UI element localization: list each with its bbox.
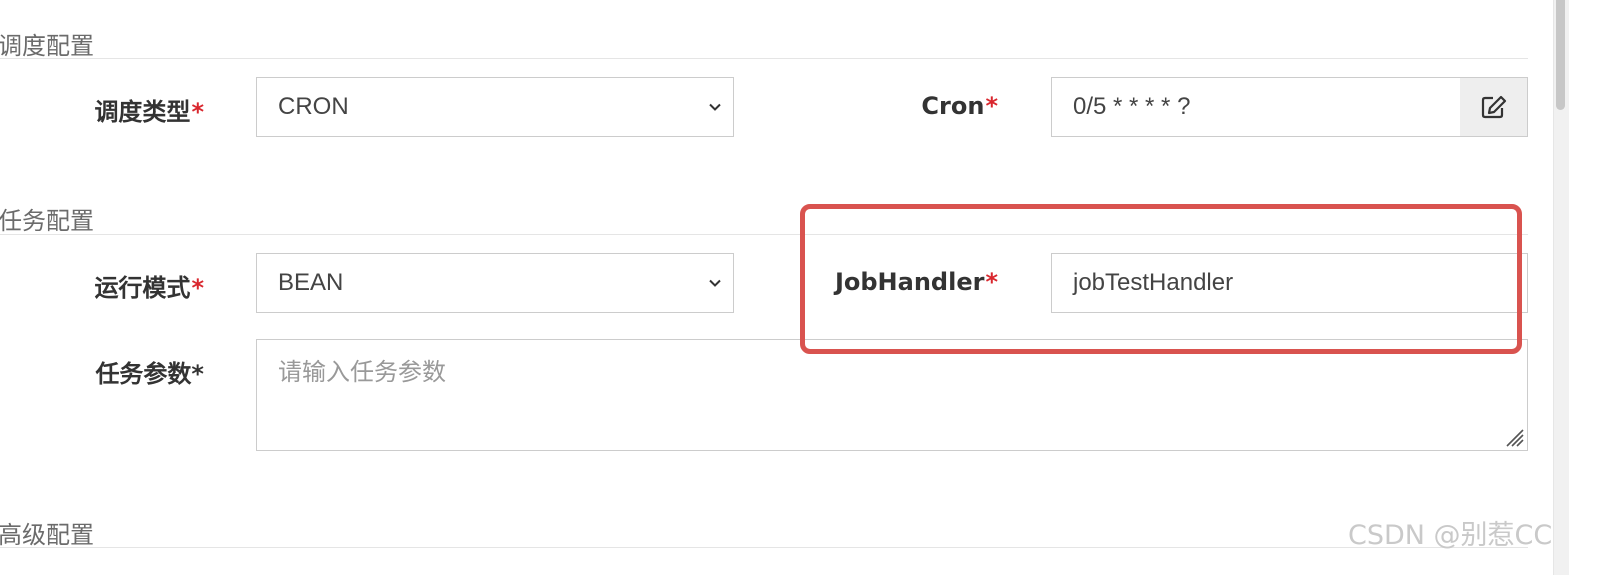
resize-handle-icon[interactable] [1504, 427, 1524, 447]
section-title-schedule: 调度配置 [0, 32, 94, 60]
scrollbar-thumb[interactable] [1556, 0, 1565, 110]
cron-input[interactable]: 0/5 * * * * ? [1051, 77, 1461, 137]
run-mode-select[interactable]: BEAN [256, 253, 734, 313]
highlight-annotation-box [800, 204, 1522, 354]
chevron-down-icon [709, 103, 721, 111]
edit-icon [1481, 95, 1506, 119]
run-mode-label: 运行模式* [94, 268, 204, 303]
watermark: CSDN @别惹CC [1348, 520, 1553, 551]
required-mark: * [191, 98, 204, 126]
cron-label: Cron* [778, 92, 998, 120]
task-params-textarea[interactable]: 请输入任务参数 [256, 339, 1528, 451]
cron-value: 0/5 * * * * ? [1073, 93, 1191, 120]
required-mark: * [191, 274, 204, 302]
required-mark: * [985, 92, 998, 120]
task-params-label: 任务参数* [95, 360, 204, 388]
section-divider [0, 547, 1528, 548]
task-params-placeholder: 请输入任务参数 [278, 358, 446, 386]
run-mode-label-text: 运行模式 [94, 274, 191, 302]
cron-label-text: Cron [921, 92, 985, 120]
schedule-type-select[interactable]: CRON [256, 77, 734, 137]
schedule-type-label-text: 调度类型 [94, 98, 191, 126]
chevron-down-icon [709, 279, 721, 287]
run-mode-value: BEAN [278, 269, 344, 296]
section-title-advanced: 高级配置 [0, 521, 94, 549]
schedule-type-label: 调度类型* [94, 92, 204, 127]
schedule-type-value: CRON [278, 93, 349, 120]
cron-edit-button[interactable] [1460, 77, 1528, 137]
section-divider [0, 58, 1528, 59]
section-title-task: 任务配置 [0, 207, 94, 235]
